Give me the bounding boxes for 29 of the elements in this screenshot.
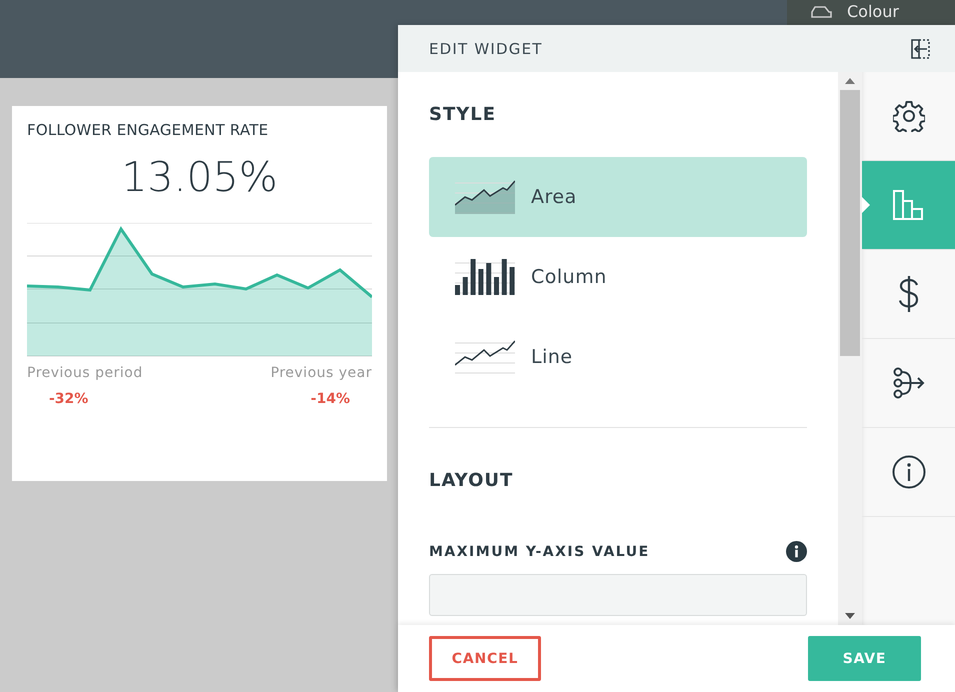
flow-icon	[892, 367, 924, 399]
line-chart-icon	[455, 339, 515, 375]
scrollbar-thumb[interactable]	[840, 90, 860, 356]
section-heading: LAYOUT	[429, 470, 514, 491]
bar-chart-icon	[893, 190, 924, 220]
change-value: -32%	[49, 391, 88, 407]
section-heading: STYLE	[429, 104, 496, 125]
comparison-label: Previous period	[27, 365, 143, 381]
style-option[interactable]: Area	[429, 157, 807, 237]
area-chart-icon	[455, 179, 515, 215]
cancel-button[interactable]: CANCEL	[429, 636, 541, 681]
metric-value: 13.05%	[121, 153, 278, 201]
pointer-icon	[862, 197, 870, 213]
info-icon	[892, 455, 926, 489]
settings-icon	[892, 100, 924, 132]
input-field[interactable]	[429, 574, 807, 616]
style-option[interactable]: Line	[429, 317, 807, 397]
widget-title: FOLLOWER ENGAGEMENT RATE	[27, 121, 268, 139]
info-icon[interactable]	[786, 541, 807, 562]
comparison-label: Previous year	[270, 365, 372, 381]
dollar-icon	[898, 275, 920, 313]
style-option[interactable]: Column	[429, 237, 807, 317]
top-bar-label: Colour	[847, 2, 899, 22]
column-chart-icon	[455, 259, 515, 295]
collapse-panel-icon[interactable]	[911, 38, 931, 58]
change-value: -14%	[310, 391, 350, 407]
panel-title: EDIT WIDGET	[429, 40, 543, 58]
field-label: MAXIMUM Y-AXIS VALUE	[429, 544, 650, 560]
car-icon	[809, 5, 833, 21]
